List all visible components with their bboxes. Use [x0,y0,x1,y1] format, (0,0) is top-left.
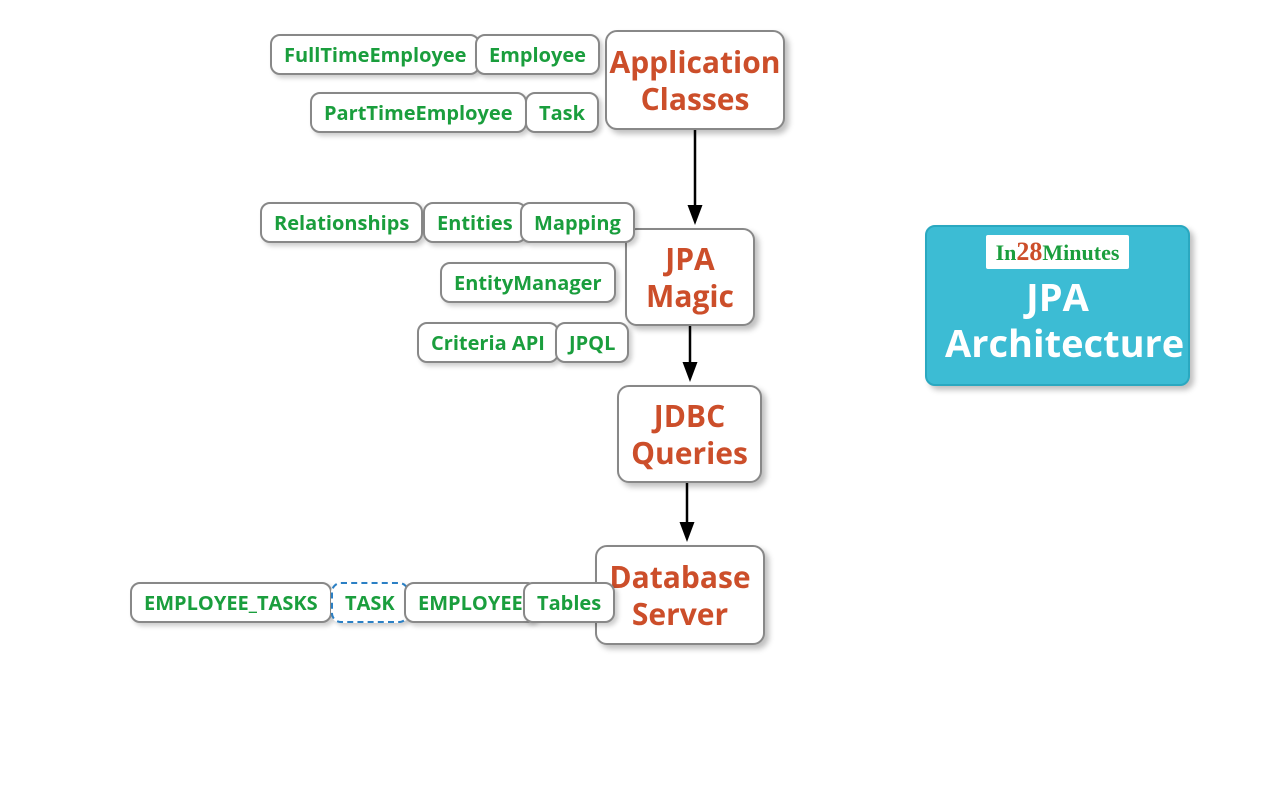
employee-table-label: EMPLOYEE [418,589,523,616]
brand-number: 28 [1016,237,1042,266]
employee-table-node: EMPLOYEE [404,582,537,623]
fulltime-employee-label: FullTimeEmployee [284,41,466,68]
task-table-label: TASK [345,589,395,616]
relationships-label: Relationships [274,209,409,236]
mapping-label: Mapping [534,209,621,236]
entities-label: Entities [437,209,513,236]
parttime-employee-node: PartTimeEmployee [310,92,527,133]
employee-label: Employee [489,41,586,68]
title-text: JPA Architecture [945,275,1170,366]
fulltime-employee-node: FullTimeEmployee [270,34,480,75]
title-box: In28Minutes JPA Architecture [925,225,1190,386]
jpql-label: JPQL [569,329,615,356]
brand-prefix: In [996,240,1017,265]
criteria-api-node: Criteria API [417,322,559,363]
criteria-api-label: Criteria API [431,329,545,356]
task-table-node[interactable]: TASK [331,582,409,623]
arrow-appclasses-to-jpamagic [685,130,705,228]
jpql-node: JPQL [555,322,629,363]
jpa-magic-label: JPA Magic [641,240,739,315]
application-classes-label: Application Classes [610,43,781,118]
task-node: Task [525,92,599,133]
database-server-node: Database Server [595,545,765,645]
jpa-magic-node: JPA Magic [625,228,755,326]
brand-suffix: Minutes [1042,240,1119,265]
employee-tasks-table-label: EMPLOYEE_TASKS [144,589,318,616]
arrow-jdbc-to-database [677,483,697,545]
jdbc-queries-node: JDBC Queries [617,385,762,483]
task-label: Task [539,99,585,126]
jdbc-queries-label: JDBC Queries [631,397,748,472]
arrow-jpamagic-to-jdbc [680,326,700,385]
entities-node: Entities [423,202,527,243]
entitymanager-label: EntityManager [454,269,602,296]
tables-node: Tables [523,582,615,623]
brand-badge: In28Minutes [986,235,1130,269]
application-classes-node: Application Classes [605,30,785,130]
employee-tasks-table-node: EMPLOYEE_TASKS [130,582,332,623]
tables-label: Tables [537,589,601,616]
employee-node: Employee [475,34,600,75]
mapping-node: Mapping [520,202,635,243]
database-server-label: Database Server [609,558,750,633]
parttime-employee-label: PartTimeEmployee [324,99,513,126]
relationships-node: Relationships [260,202,423,243]
entitymanager-node: EntityManager [440,262,616,303]
